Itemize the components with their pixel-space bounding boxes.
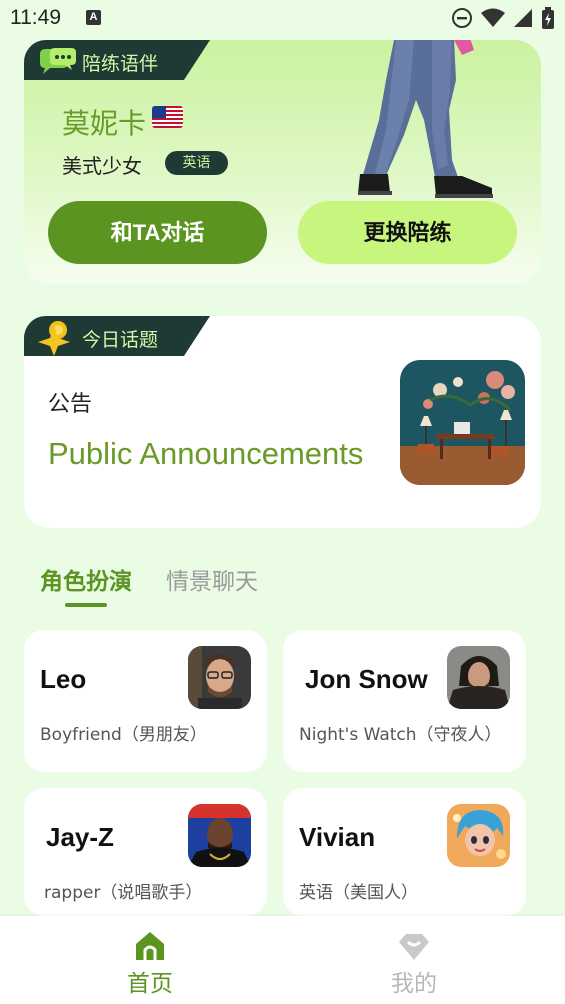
profile-heart-icon (399, 934, 429, 960)
chat-bubble-icon (40, 48, 76, 74)
character-card-jay-z[interactable]: Jay-Z rapper（说唱歌手） (24, 788, 267, 916)
wifi-icon (481, 8, 505, 27)
status-bar: 11:49 A (0, 0, 565, 38)
nav-mine-label: 我的 (391, 971, 437, 997)
vivian-avatar (447, 804, 510, 867)
tab-scene-chat[interactable]: 情景聊天 (166, 562, 258, 596)
character-name: Leo (40, 664, 87, 694)
do-not-disturb-icon (452, 8, 472, 28)
notification-a-icon: A (86, 10, 101, 25)
home-icon (136, 932, 164, 960)
tab-role-play[interactable]: 角色扮演 (40, 562, 132, 596)
character-card-jon-snow[interactable]: Jon Snow Night's Watch（守夜人） (283, 630, 526, 772)
battery-icon (542, 7, 554, 29)
nav-home[interactable]: 首页 (90, 916, 210, 1004)
nav-mine[interactable]: 我的 (354, 916, 474, 1004)
coins-icon (38, 321, 70, 356)
cell-signal-icon (514, 9, 532, 27)
character-role: Night's Watch（守夜人） (299, 725, 502, 745)
switch-companion-button[interactable]: 更换陪练 (298, 201, 517, 264)
bottom-nav: 首页 我的 (0, 916, 565, 1004)
leo-avatar (188, 646, 251, 709)
topic-image (400, 360, 525, 485)
active-tab-indicator (65, 603, 107, 607)
chat-with-companion-button[interactable]: 和TA对话 (48, 201, 267, 264)
companion-name: 莫妮卡 (62, 107, 147, 140)
character-role: 英语（美国人） (299, 883, 418, 903)
character-card-leo[interactable]: Leo Boyfriend（男朋友） (24, 630, 267, 772)
topic-label: 公告 (48, 392, 93, 417)
companion-tag-label: 陪练语伴 (82, 53, 159, 75)
nav-home-label: 首页 (127, 971, 173, 997)
topic-tag-label: 今日话题 (82, 329, 159, 351)
us-flag-icon (152, 106, 183, 128)
companion-description: 美式少女 (62, 154, 142, 178)
status-icons (451, 7, 555, 29)
character-role: rapper（说唱歌手） (44, 883, 203, 903)
jon-snow-avatar (447, 646, 510, 709)
jay-z-avatar (188, 804, 251, 867)
status-time: 11:49 (10, 6, 61, 29)
character-card-vivian[interactable]: Vivian 英语（美国人） (283, 788, 526, 916)
character-name: Jay-Z (46, 822, 114, 852)
character-name: Jon Snow (305, 664, 428, 694)
topic-title: Public Announcements (48, 436, 364, 471)
character-role: Boyfriend（男朋友） (40, 725, 207, 745)
character-name: Vivian (299, 822, 376, 852)
today-topic-card[interactable]: 今日话题 公告 Public Announcements (24, 316, 541, 528)
companion-card: 陪练语伴 莫妮卡 美式少女 英语 和TA对话 更换陪练 (24, 40, 541, 284)
language-badge: 英语 (165, 151, 228, 175)
